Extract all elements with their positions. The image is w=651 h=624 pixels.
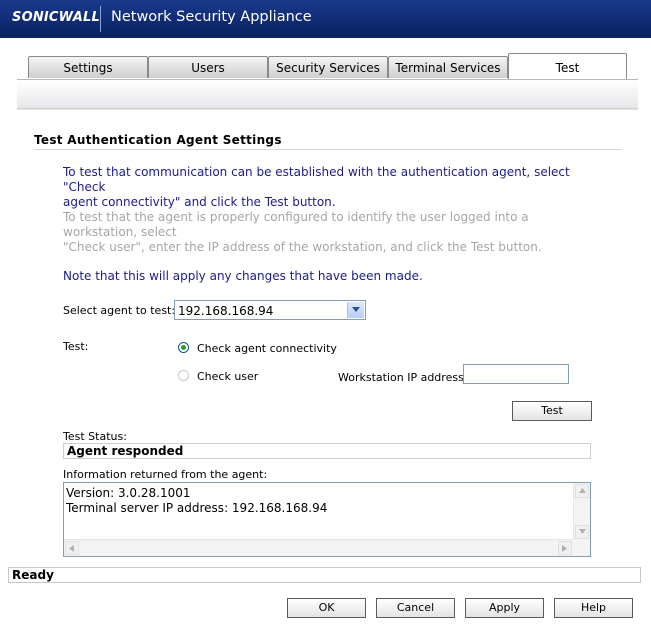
tab-test[interactable]: Test xyxy=(508,53,627,79)
radio-check-user-label: Check user xyxy=(197,370,259,383)
radio-selected-dot xyxy=(181,345,186,350)
test-status-label: Test Status: xyxy=(63,430,127,443)
agent-select-label: Select agent to test: xyxy=(63,304,176,317)
test-button[interactable]: Test xyxy=(512,401,592,421)
cancel-button[interactable]: Cancel xyxy=(376,598,455,618)
divider xyxy=(17,108,638,109)
section-title: Test Authentication Agent Settings xyxy=(34,133,282,147)
scrollbar-corner xyxy=(574,540,590,556)
vertical-scrollbar[interactable] xyxy=(573,483,590,540)
radio-check-agent-connectivity-label: Check agent connectivity xyxy=(197,342,337,355)
app-header: SONICWALL Network Security Appliance xyxy=(0,0,651,38)
test-status-field: Agent responded xyxy=(63,443,591,459)
instruction-line: To test that communication can be establ… xyxy=(63,165,570,194)
section-divider xyxy=(34,149,622,150)
sonicwall-logo: SONICWALL xyxy=(12,10,100,25)
scroll-right-icon[interactable] xyxy=(558,541,572,555)
tab-content-band xyxy=(17,79,638,110)
chevron-down-icon[interactable] xyxy=(347,302,364,318)
instruction-line: "Check user", enter the IP address of th… xyxy=(63,240,542,254)
tab-users[interactable]: Users xyxy=(148,56,268,78)
workstation-ip-input[interactable] xyxy=(463,364,569,384)
instruction-check-user: To test that the agent is properly confi… xyxy=(63,210,593,255)
agent-info-textarea[interactable]: Version: 3.0.28.1001 Terminal server IP … xyxy=(63,482,591,557)
horizontal-scrollbar[interactable] xyxy=(64,539,574,556)
instruction-line: To test that the agent is properly confi… xyxy=(63,210,529,239)
agent-info-line: Terminal server IP address: 192.168.168.… xyxy=(66,501,328,515)
help-button[interactable]: Help xyxy=(554,598,633,618)
radio-check-user[interactable] xyxy=(178,370,189,381)
apply-button[interactable]: Apply xyxy=(465,598,544,618)
tab-security-services[interactable]: Security Services xyxy=(268,56,388,78)
radio-check-agent-connectivity[interactable] xyxy=(178,342,189,353)
workstation-ip-label: Workstation IP address: xyxy=(338,371,468,384)
scroll-up-icon[interactable] xyxy=(575,484,589,498)
instruction-connectivity: To test that communication can be establ… xyxy=(63,165,593,210)
apply-note: Note that this will apply any changes th… xyxy=(63,269,423,283)
agent-select[interactable]: 192.168.168.94 xyxy=(174,300,366,320)
instruction-line: agent connectivity" and click the Test b… xyxy=(63,195,336,209)
agent-info-label: Information returned from the agent: xyxy=(63,468,268,481)
test-status-value: Agent responded xyxy=(67,444,184,458)
agent-info-line: Version: 3.0.28.1001 xyxy=(66,486,191,500)
agent-select-value: 192.168.168.94 xyxy=(178,304,274,318)
header-divider xyxy=(100,6,101,32)
ok-button[interactable]: OK xyxy=(287,598,366,618)
status-bar-text: Ready xyxy=(12,568,54,582)
app-title: Network Security Appliance xyxy=(111,9,312,25)
tab-terminal-services[interactable]: Terminal Services xyxy=(388,56,508,78)
scroll-left-icon[interactable] xyxy=(65,541,79,555)
test-label: Test: xyxy=(63,340,89,353)
tab-settings[interactable]: Settings xyxy=(28,56,148,78)
scroll-down-icon[interactable] xyxy=(575,525,589,539)
status-bar: Ready xyxy=(8,567,641,583)
